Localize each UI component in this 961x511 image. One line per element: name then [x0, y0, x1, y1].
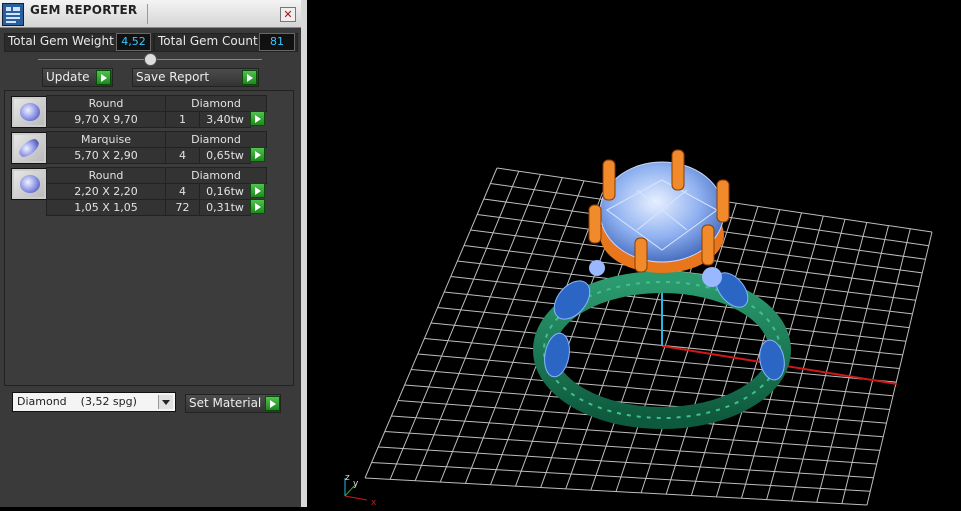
- gem-material: Diamond: [165, 95, 267, 112]
- window-title: GEM REPORTER: [30, 3, 138, 17]
- axis-z-label: z: [345, 473, 350, 483]
- title-bar: GEM REPORTER ✕: [0, 0, 301, 28]
- total-count-value: 81: [259, 33, 295, 51]
- update-go-icon: [96, 70, 111, 85]
- gem-material: Diamond: [165, 167, 267, 184]
- 3d-viewport[interactable]: z y x: [307, 0, 961, 508]
- set-material-button[interactable]: Set Material: [185, 394, 281, 413]
- zoom-slider-thumb[interactable]: [144, 53, 157, 66]
- center-stone-setting: [588, 149, 730, 273]
- save-report-go-icon: [242, 70, 257, 85]
- material-dropdown[interactable]: Diamond (3,52 spg): [12, 392, 176, 412]
- set-material-button-label: Set Material: [189, 396, 262, 410]
- gem-quantity: 72: [165, 199, 200, 216]
- gem-size: 5,70 X 2,90: [46, 147, 166, 164]
- update-button-label: Update: [46, 70, 90, 84]
- set-material-go-icon: [265, 396, 280, 411]
- total-count-label: Total Gem Count: [158, 34, 258, 48]
- save-report-button-label: Save Report: [136, 70, 210, 84]
- gem-weight: 0,16tw: [199, 183, 251, 200]
- gem-weight: 3,40tw: [199, 111, 251, 128]
- close-button[interactable]: ✕: [280, 7, 296, 22]
- material-dropdown-value: Diamond (3,52 spg): [17, 395, 137, 408]
- select-gem-button[interactable]: [250, 111, 265, 126]
- round-gem-icon: [20, 103, 40, 121]
- total-weight-value: 4,52: [116, 33, 151, 51]
- chevron-down-icon[interactable]: [158, 395, 173, 409]
- gem-quantity: 1: [165, 111, 200, 128]
- select-gem-button[interactable]: [250, 147, 265, 162]
- select-gem-button[interactable]: [250, 183, 265, 198]
- gem-shape: Round: [46, 95, 166, 112]
- axis-y-label: y: [353, 479, 359, 489]
- round-gem-icon: [20, 175, 40, 193]
- gem-quantity: 4: [165, 183, 200, 200]
- marquise-gem-icon: [16, 136, 42, 160]
- gem-material: Diamond: [165, 131, 267, 148]
- gem-weight: 0,31tw: [199, 199, 251, 216]
- gem-size: 1,05 X 1,05: [46, 199, 166, 216]
- ring-render: z y x: [344, 149, 933, 508]
- marquise-gem-thumbnail[interactable]: [11, 132, 47, 164]
- round-gem-thumbnail[interactable]: [11, 168, 47, 200]
- gem-shape: Round: [46, 167, 166, 184]
- total-weight-label: Total Gem Weight: [8, 34, 114, 48]
- gem-size: 9,70 X 9,70: [46, 111, 166, 128]
- update-button[interactable]: Update: [42, 68, 113, 87]
- gem-quantity: 4: [165, 147, 200, 164]
- save-report-button[interactable]: Save Report: [132, 68, 259, 87]
- gem-shape: Marquise: [46, 131, 166, 148]
- gem-list: Round Diamond 9,70 X 9,70 1 3,40tw Marqu…: [4, 90, 294, 386]
- round-gem-thumbnail[interactable]: [11, 96, 47, 128]
- gem-reporter-panel: GEM REPORTER ✕ Total Gem Weight 4,52 Tot…: [0, 0, 301, 507]
- axis-x-label: x: [371, 498, 377, 507]
- select-gem-button[interactable]: [250, 199, 265, 214]
- gem-size: 2,20 X 2,20: [46, 183, 166, 200]
- gem-weight: 0,65tw: [199, 147, 251, 164]
- gem-reporter-app-icon: [2, 3, 24, 26]
- title-separator: [147, 4, 148, 24]
